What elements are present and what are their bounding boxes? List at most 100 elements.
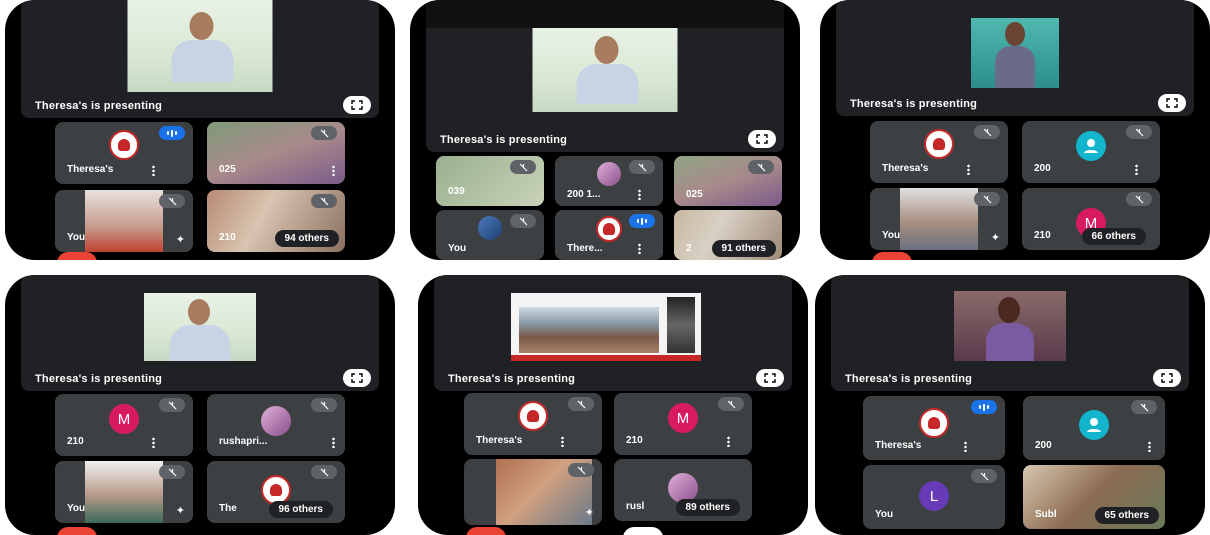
fullscreen-button[interactable] xyxy=(756,369,784,387)
others-count-badge[interactable]: 94 others xyxy=(274,230,339,247)
participant-name: 200 xyxy=(1034,163,1051,174)
presentation-area[interactable]: Theresa's is presenting xyxy=(426,0,784,152)
more-vert-icon[interactable] xyxy=(638,189,641,200)
self-view-tile[interactable]: L You xyxy=(863,465,1005,529)
more-vert-icon[interactable] xyxy=(332,165,335,176)
presenting-label: Theresa's is presenting xyxy=(845,373,973,385)
participant-tile[interactable]: Theresa's xyxy=(870,121,1008,183)
participant-name: Theresa's xyxy=(476,435,523,446)
participant-tile[interactable]: 200 xyxy=(1022,121,1160,183)
end-call-button[interactable] xyxy=(57,527,97,535)
fullscreen-button[interactable] xyxy=(343,96,371,114)
self-view-tile[interactable]: You ✦ xyxy=(55,461,193,523)
participant-name: rusl xyxy=(626,501,645,512)
participant-tile[interactable]: M 210 66 others xyxy=(1022,188,1160,250)
others-count-badge[interactable]: 66 others xyxy=(1081,228,1146,245)
mic-off-icon xyxy=(510,214,536,228)
more-vert-icon[interactable] xyxy=(727,436,730,447)
participant-tile[interactable]: 2 91 others xyxy=(674,210,782,260)
shared-slide xyxy=(510,293,701,361)
person-icon xyxy=(1076,131,1106,161)
mic-off-icon xyxy=(1126,125,1152,139)
letter-avatar: M xyxy=(668,403,698,433)
slide-divider xyxy=(510,355,701,361)
fullscreen-button[interactable] xyxy=(748,130,776,148)
presentation-area[interactable]: Theresa's is presenting xyxy=(434,275,792,391)
more-vert-icon[interactable] xyxy=(638,243,641,254)
end-call-button[interactable] xyxy=(466,527,506,535)
self-view-tile[interactable]: You xyxy=(436,210,544,260)
participant-tile[interactable]: Theresa's xyxy=(464,393,602,455)
fullscreen-button[interactable] xyxy=(343,369,371,387)
participant-name: 2 xyxy=(686,243,692,254)
presenting-label: Theresa's is presenting xyxy=(448,373,576,385)
fullscreen-icon xyxy=(756,134,768,144)
presentation-area[interactable]: Theresa's is presenting xyxy=(831,275,1189,391)
others-count-badge[interactable]: 65 others xyxy=(1094,507,1159,524)
more-vert-icon[interactable] xyxy=(967,164,970,175)
more-vert-icon[interactable] xyxy=(964,441,967,452)
effects-icon[interactable]: ✦ xyxy=(176,233,185,246)
mic-off-icon xyxy=(971,469,997,483)
presentation-area[interactable]: Theresa's is presenting xyxy=(836,0,1194,116)
theresa-logo-avatar xyxy=(109,130,139,160)
mic-off-icon xyxy=(974,192,1000,206)
letter-avatar: M xyxy=(109,404,139,434)
participant-tile[interactable]: 200 1... xyxy=(555,156,663,206)
participant-name: rushapri... xyxy=(219,436,268,447)
participant-tile[interactable]: Theresa's xyxy=(55,122,193,184)
participant-tile[interactable]: rusl 89 others xyxy=(614,459,752,521)
mic-off-icon xyxy=(311,126,337,140)
self-view-tile[interactable]: You ✦ xyxy=(870,188,1008,250)
participant-tile[interactable]: There... xyxy=(555,210,663,260)
participant-tile[interactable]: The 96 others xyxy=(207,461,345,523)
participant-tile[interactable]: Subl 65 others xyxy=(1023,465,1165,529)
participant-tile[interactable]: 025 xyxy=(207,122,345,184)
participant-tile[interactable]: M 210 xyxy=(55,394,193,456)
person-icon xyxy=(1079,410,1109,440)
end-call-button[interactable] xyxy=(872,252,912,260)
more-vert-icon[interactable] xyxy=(152,437,155,448)
others-count-badge[interactable]: 89 others xyxy=(675,499,740,516)
participant-tile[interactable]: 200 xyxy=(1023,396,1165,460)
more-vert-icon[interactable] xyxy=(1135,164,1138,175)
more-vert-icon[interactable] xyxy=(1148,441,1151,452)
participant-tile[interactable]: M 210 xyxy=(614,393,752,455)
mic-off-icon xyxy=(748,160,774,174)
speaking-indicator xyxy=(971,400,997,414)
participant-name: 210 xyxy=(626,435,643,446)
fullscreen-button[interactable] xyxy=(1153,369,1181,387)
mic-off-icon xyxy=(1126,192,1152,206)
participant-tile[interactable]: 039 xyxy=(436,156,544,206)
presentation-area[interactable]: Theresa's is presenting xyxy=(21,275,379,391)
fullscreen-button[interactable] xyxy=(1158,94,1186,112)
more-vert-icon[interactable] xyxy=(152,165,155,176)
self-view-tile[interactable]: ✦ xyxy=(464,459,602,525)
participant-photo-avatar xyxy=(597,162,621,186)
participant-name: You xyxy=(875,509,894,520)
presentation-area[interactable]: Theresa's is presenting xyxy=(21,0,379,118)
presenter-video xyxy=(168,297,232,361)
mic-off-icon xyxy=(311,465,337,479)
participant-tile[interactable]: 210 94 others xyxy=(207,190,345,252)
participant-tile[interactable]: Theresa's xyxy=(863,396,1005,460)
fullscreen-icon xyxy=(764,373,776,383)
others-count-badge[interactable]: 91 others xyxy=(711,240,776,257)
presenting-label: Theresa's is presenting xyxy=(35,100,163,112)
effects-icon[interactable]: ✦ xyxy=(176,504,185,517)
mic-off-icon xyxy=(629,160,655,174)
phone-screen-2: Theresa's is presenting 039 200 1... 025… xyxy=(410,0,800,260)
camera-button[interactable] xyxy=(623,527,663,535)
presenting-label: Theresa's is presenting xyxy=(850,98,978,110)
participant-name: Subl xyxy=(1035,509,1057,520)
others-count-badge[interactable]: 96 others xyxy=(268,501,333,518)
participant-name: Theresa's xyxy=(67,164,114,175)
more-vert-icon[interactable] xyxy=(561,436,564,447)
effects-icon[interactable]: ✦ xyxy=(991,231,1000,244)
participant-tile[interactable]: 025 xyxy=(674,156,782,206)
effects-icon[interactable]: ✦ xyxy=(585,506,594,519)
participant-tile[interactable]: rushapri... xyxy=(207,394,345,456)
more-vert-icon[interactable] xyxy=(332,437,335,448)
end-call-button[interactable] xyxy=(57,252,97,260)
self-view-tile[interactable]: You ✦ xyxy=(55,190,193,252)
